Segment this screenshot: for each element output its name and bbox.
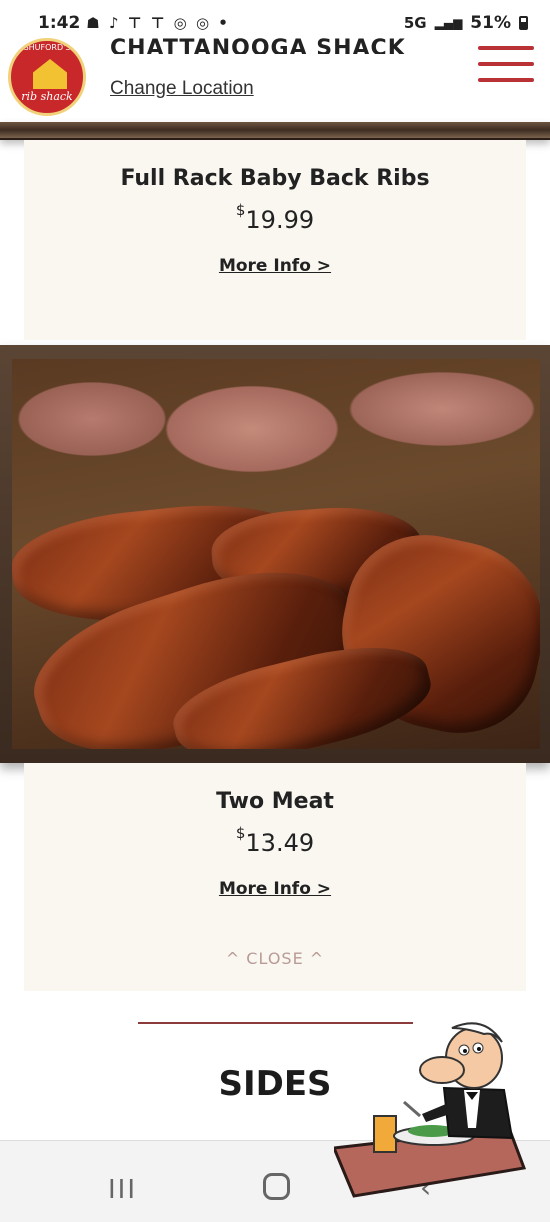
more-info-link[interactable]: More Info >: [24, 879, 526, 899]
recent-apps-button[interactable]: III: [108, 1175, 137, 1205]
more-info-link[interactable]: More Info >: [24, 256, 526, 276]
ribs-photo[interactable]: [12, 359, 540, 749]
menu-item-card: Full Rack Baby Back Ribs $19.99 More Inf…: [24, 140, 526, 340]
hamburger-menu-icon[interactable]: [478, 46, 534, 90]
battery-level: 51%: [470, 13, 511, 33]
currency-symbol: $: [235, 824, 246, 842]
item-title: Full Rack Baby Back Ribs: [120, 166, 430, 191]
status-time: 1:42: [38, 13, 81, 33]
menu-item-card: Two Meat $13.49 More Info > ^ CLOSE ^: [24, 763, 526, 991]
status-right: 5G ▂▄▆ 51%: [404, 13, 528, 33]
battery-icon: [519, 16, 528, 30]
status-bar: 1:42 ☗ ♪ ⊤ ⊤ ◎ ◎ • 5G ▂▄▆ 51%: [0, 0, 550, 46]
status-left: 1:42 ☗ ♪ ⊤ ⊤ ◎ ◎ •: [38, 13, 230, 33]
item-price: $19.99: [24, 201, 526, 234]
currency-symbol: $: [235, 201, 246, 219]
notification-icons: ☗ ♪ ⊤ ⊤ ◎ ◎ •: [86, 14, 230, 32]
change-location-link[interactable]: Change Location: [110, 78, 254, 100]
price-value: 13.49: [245, 829, 315, 857]
brand-logo[interactable]: SHUFORD'S rib shack: [8, 38, 86, 116]
item-price: $13.49: [24, 824, 526, 857]
network-indicator: 5G: [403, 14, 427, 32]
price-value: 19.99: [245, 206, 315, 234]
item-title: Two Meat: [216, 789, 334, 814]
menu-line: [478, 62, 534, 66]
close-link[interactable]: ^ CLOSE ^: [24, 949, 526, 968]
item-photo-frame: [0, 345, 550, 763]
home-button[interactable]: [263, 1173, 290, 1200]
waiter-dining-icon: [334, 1022, 527, 1198]
menu-line: [478, 46, 534, 50]
signal-icon: ▂▄▆: [434, 16, 463, 30]
wood-frame-border: [0, 122, 550, 140]
house-icon: [33, 59, 67, 89]
menu-line: [478, 78, 534, 82]
logo-bottom-text: rib shack: [21, 90, 73, 103]
